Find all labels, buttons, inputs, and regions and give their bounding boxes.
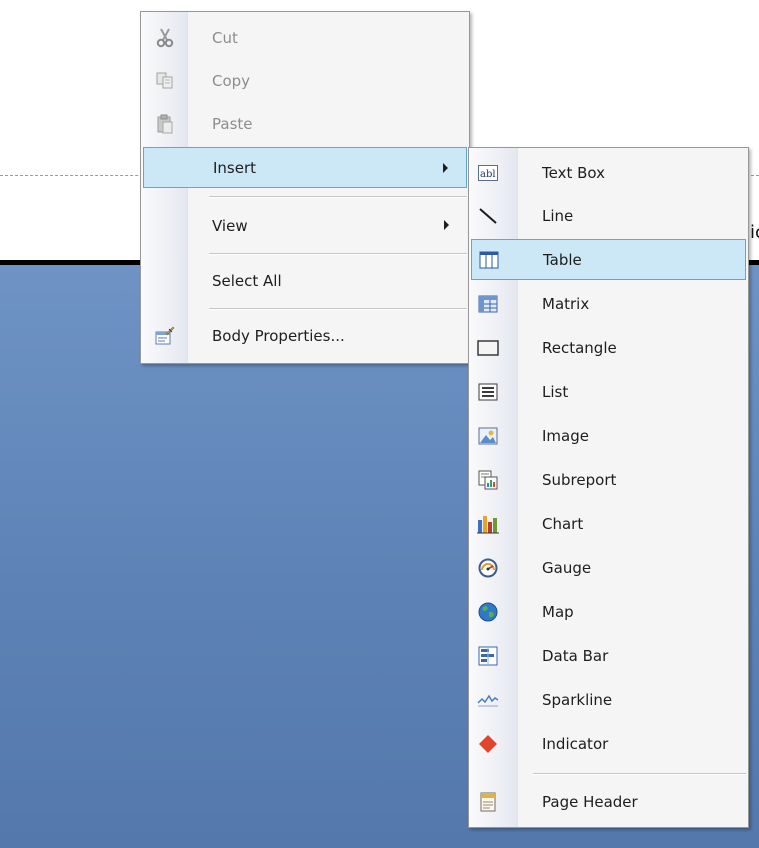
scissors-icon bbox=[143, 17, 187, 58]
context-menu: Cut Copy Paste Insert View Select All Bo… bbox=[140, 11, 470, 364]
menu-item-label: Matrix bbox=[542, 294, 590, 313]
menu-item-label: Table bbox=[543, 250, 582, 269]
menu-item-label: Subreport bbox=[542, 470, 617, 489]
menu-item-view[interactable]: View bbox=[143, 205, 467, 246]
menu-item-label: Paste bbox=[212, 114, 253, 133]
menu-item-label: Map bbox=[542, 602, 574, 621]
menu-item-body-properties[interactable]: Body Properties... bbox=[143, 315, 467, 356]
submenu-item-list[interactable]: List bbox=[471, 371, 746, 412]
menu-item-label: Copy bbox=[212, 71, 251, 90]
line-icon bbox=[475, 195, 501, 236]
menu-item-label: Select All bbox=[212, 271, 282, 290]
paste-icon bbox=[143, 103, 187, 144]
menu-item-label: Data Bar bbox=[542, 646, 609, 665]
rectangle-icon bbox=[475, 327, 501, 368]
gauge-icon bbox=[475, 547, 501, 588]
menu-item-label: Insert bbox=[213, 158, 257, 177]
menu-separator bbox=[209, 308, 467, 310]
menu-item-label: Body Properties... bbox=[212, 326, 345, 345]
svg-text:abl: abl bbox=[480, 169, 496, 180]
textbox-icon: abl bbox=[475, 152, 501, 193]
menu-item-label: Line bbox=[542, 206, 574, 225]
submenu-item-text-box[interactable]: abl Text Box bbox=[471, 152, 746, 193]
matrix-icon bbox=[475, 283, 501, 324]
submenu-item-chart[interactable]: Chart bbox=[471, 503, 746, 544]
menu-item-paste[interactable]: Paste bbox=[143, 103, 467, 144]
subreport-icon bbox=[475, 459, 501, 500]
databar-icon bbox=[475, 635, 501, 676]
submenu-arrow-icon bbox=[444, 220, 449, 230]
submenu-item-map[interactable]: Map bbox=[471, 591, 746, 632]
submenu-item-table[interactable]: Table bbox=[471, 239, 746, 280]
submenu-arrow-icon bbox=[443, 163, 448, 173]
submenu-item-matrix[interactable]: Matrix bbox=[471, 283, 746, 324]
list-icon bbox=[475, 371, 501, 412]
menu-item-label: Indicator bbox=[542, 734, 609, 753]
menu-item-label: Sparkline bbox=[542, 690, 613, 709]
menu-separator bbox=[533, 773, 746, 775]
submenu-item-subreport[interactable]: Subreport bbox=[471, 459, 746, 500]
menu-item-label: Cut bbox=[212, 28, 238, 47]
menu-separator bbox=[209, 253, 467, 255]
menu-item-label: List bbox=[542, 382, 569, 401]
submenu-item-indicator[interactable]: Indicator bbox=[471, 723, 746, 764]
menu-item-label: Text Box bbox=[542, 163, 605, 182]
menu-item-label: Gauge bbox=[542, 558, 592, 577]
menu-item-label: Page Header bbox=[542, 792, 638, 811]
submenu-item-gauge[interactable]: Gauge bbox=[471, 547, 746, 588]
menu-item-cut[interactable]: Cut bbox=[143, 17, 467, 58]
menu-item-label: View bbox=[212, 216, 248, 235]
insert-submenu: abl Text Box Line Table Matrix Rectangle… bbox=[468, 147, 749, 828]
clipped-text: ic bbox=[750, 222, 759, 243]
table-icon bbox=[476, 239, 502, 280]
submenu-item-line[interactable]: Line bbox=[471, 195, 746, 236]
menu-item-label: Chart bbox=[542, 514, 584, 533]
menu-item-label: Image bbox=[542, 426, 589, 445]
menu-item-copy[interactable]: Copy bbox=[143, 60, 467, 101]
body-properties-icon bbox=[143, 315, 187, 356]
submenu-item-page-header[interactable]: Page Header bbox=[471, 781, 746, 822]
menu-item-label: Rectangle bbox=[542, 338, 617, 357]
menu-separator bbox=[209, 196, 467, 198]
submenu-item-rectangle[interactable]: Rectangle bbox=[471, 327, 746, 368]
submenu-item-image[interactable]: Image bbox=[471, 415, 746, 456]
submenu-item-sparkline[interactable]: Sparkline bbox=[471, 679, 746, 720]
copy-icon bbox=[143, 60, 187, 101]
image-icon bbox=[475, 415, 501, 456]
sparkline-icon bbox=[475, 679, 501, 720]
submenu-item-data-bar[interactable]: Data Bar bbox=[471, 635, 746, 676]
menu-item-select-all[interactable]: Select All bbox=[143, 260, 467, 301]
chart-icon bbox=[475, 503, 501, 544]
page-header-icon bbox=[475, 781, 501, 822]
menu-item-insert[interactable]: Insert bbox=[143, 147, 467, 188]
globe-icon bbox=[475, 591, 501, 632]
indicator-icon bbox=[475, 723, 501, 764]
